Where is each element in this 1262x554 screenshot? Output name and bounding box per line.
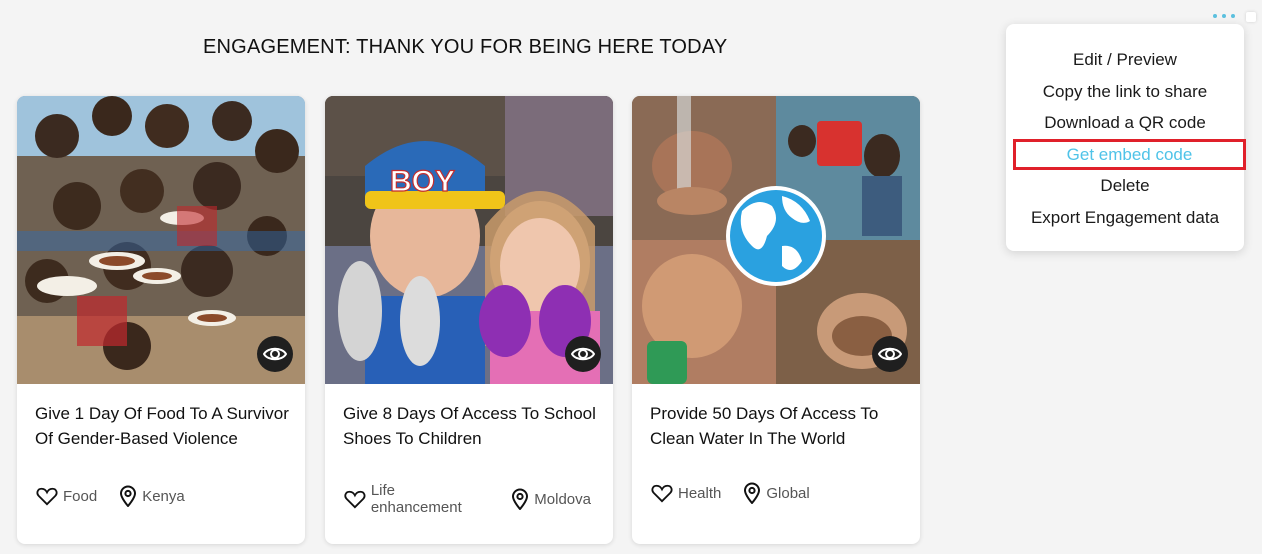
category-label: Life enhancement	[370, 482, 462, 516]
eye-icon	[263, 347, 287, 361]
menu-item-export-data[interactable]: Export Engagement data	[1006, 202, 1244, 234]
card-title: Provide 50 Days Of Access To Clean Water…	[650, 404, 879, 448]
location-label: Moldova	[534, 490, 591, 508]
location-pin-icon	[120, 485, 137, 507]
options-menu: Edit / Preview Copy the link to share Do…	[1006, 24, 1246, 251]
more-options-button[interactable]	[1213, 10, 1235, 22]
menu-item-edit-preview[interactable]: Edit / Preview	[1006, 44, 1244, 76]
card-title: Give 8 Days Of Access To School Shoes To…	[343, 404, 596, 448]
options-menu-list: Edit / Preview Copy the link to share Do…	[1006, 24, 1246, 234]
category-tag: Life enhancement	[344, 482, 489, 516]
eye-icon	[878, 347, 902, 361]
menu-item-get-embed-code[interactable]: Get embed code	[1013, 138, 1246, 171]
engagement-card-water[interactable]: Provide 50 Days Of Access To Clean Water…	[632, 96, 920, 544]
category-tag: Health	[651, 483, 721, 503]
location-label: Global	[766, 484, 810, 502]
card-title: Give 1 Day Of Food To A Survivor Of Gend…	[35, 404, 289, 448]
category-tag: Food	[36, 486, 97, 506]
heart-icon	[344, 490, 366, 509]
menu-item-download-qr[interactable]: Download a QR code	[1006, 107, 1244, 139]
location-pin-icon	[744, 482, 761, 504]
card-meta: Health Global	[651, 482, 832, 504]
menu-item-delete[interactable]: Delete	[1006, 170, 1244, 202]
preview-button[interactable]	[257, 336, 293, 372]
heart-icon	[651, 484, 673, 503]
card-image	[17, 96, 305, 384]
eye-icon	[571, 347, 595, 361]
card-image	[632, 96, 920, 384]
heart-icon	[36, 487, 58, 506]
category-label: Health	[678, 484, 722, 502]
more-dot-icon	[1222, 14, 1226, 18]
category-label: Food	[63, 487, 98, 505]
card-meta: Food Kenya	[36, 485, 207, 507]
card-meta: Life enhancement Moldova	[344, 482, 613, 516]
preview-button[interactable]	[565, 336, 601, 372]
location-label: Kenya	[142, 487, 185, 505]
location-tag: Kenya	[119, 485, 185, 507]
engagement-card-food[interactable]: Give 1 Day Of Food To A Survivor Of Gend…	[17, 96, 305, 544]
more-dot-icon	[1213, 14, 1217, 18]
engagement-page: ENGAGEMENT: THANK YOU FOR BEING HERE TOD…	[0, 0, 1262, 554]
preview-button[interactable]	[872, 336, 908, 372]
card-image: BOY	[325, 96, 613, 384]
more-dot-icon	[1231, 14, 1235, 18]
location-tag: Global	[743, 482, 810, 504]
location-tag: Moldova	[511, 488, 591, 510]
svg-text:BOY: BOY	[390, 165, 455, 198]
page-title: ENGAGEMENT: THANK YOU FOR BEING HERE TOD…	[203, 36, 728, 58]
menu-item-copy-link[interactable]: Copy the link to share	[1006, 76, 1244, 108]
location-pin-icon	[512, 488, 529, 510]
engagement-card-shoes[interactable]: BOY Give 8 Days Of Access To School Shoe…	[325, 96, 613, 544]
menu-pointer	[1246, 12, 1256, 22]
